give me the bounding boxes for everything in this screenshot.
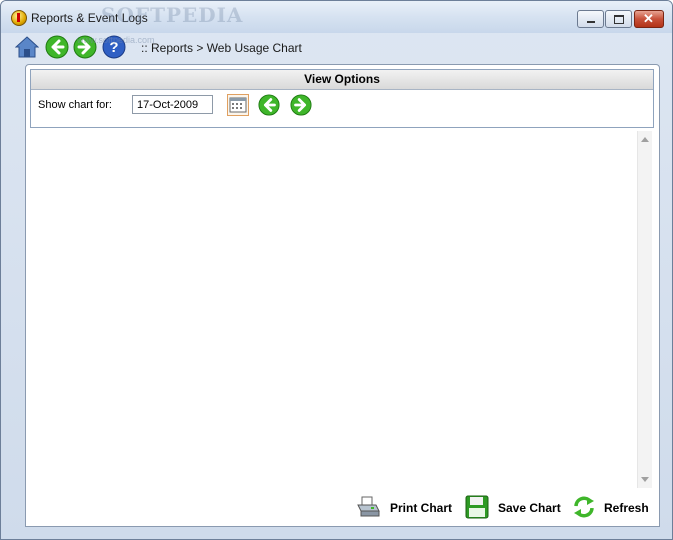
- softpedia-watermark: SOFTPEDIA: [101, 3, 244, 27]
- previous-day-arrow-icon[interactable]: [258, 94, 280, 116]
- calendar-button[interactable]: [227, 94, 249, 116]
- close-icon: ✕: [643, 11, 654, 26]
- vertical-scrollbar[interactable]: [637, 131, 652, 488]
- app-shield-icon: [11, 10, 27, 26]
- minimize-icon: [587, 21, 595, 23]
- maximize-icon: [614, 15, 624, 24]
- maximize-button[interactable]: [605, 10, 632, 28]
- refresh-icon: [574, 496, 594, 518]
- title-bar[interactable]: Reports & Event Logs SOFTPEDIA ✕: [1, 1, 672, 33]
- view-options-group: View Options Show chart for:: [30, 69, 654, 128]
- date-field[interactable]: [132, 95, 213, 114]
- app-window: Reports & Event Logs SOFTPEDIA ✕ ? www.s…: [0, 0, 673, 540]
- printer-icon: [357, 496, 380, 517]
- chart-area: [30, 131, 636, 488]
- refresh-button[interactable]: Refresh: [572, 495, 657, 521]
- refresh-label: Refresh: [604, 501, 649, 515]
- print-chart-button[interactable]: Print Chart: [356, 495, 456, 521]
- home-icon[interactable]: [15, 35, 39, 59]
- floppy-disk-icon: [465, 495, 489, 519]
- back-arrow-icon[interactable]: [45, 35, 69, 59]
- view-options-header: View Options: [31, 70, 653, 90]
- scroll-up-arrow-icon[interactable]: [641, 137, 649, 142]
- print-chart-label: Print Chart: [390, 501, 453, 515]
- breadcrumb: :: Reports > Web Usage Chart: [141, 41, 302, 55]
- show-chart-label: Show chart for:: [38, 99, 112, 111]
- next-day-arrow-icon[interactable]: [290, 94, 312, 116]
- scroll-down-arrow-icon[interactable]: [641, 477, 649, 482]
- save-chart-button[interactable]: Save Chart: [465, 495, 565, 521]
- close-button[interactable]: ✕: [634, 10, 664, 28]
- calendar-icon: [229, 97, 247, 113]
- save-chart-label: Save Chart: [498, 501, 561, 515]
- minimize-button[interactable]: [577, 10, 604, 28]
- main-panel: View Options Show chart for: 17-Oct-2009…: [25, 64, 660, 527]
- toolbar: ? www.softpedia.com :: Reports > Web Usa…: [1, 33, 672, 63]
